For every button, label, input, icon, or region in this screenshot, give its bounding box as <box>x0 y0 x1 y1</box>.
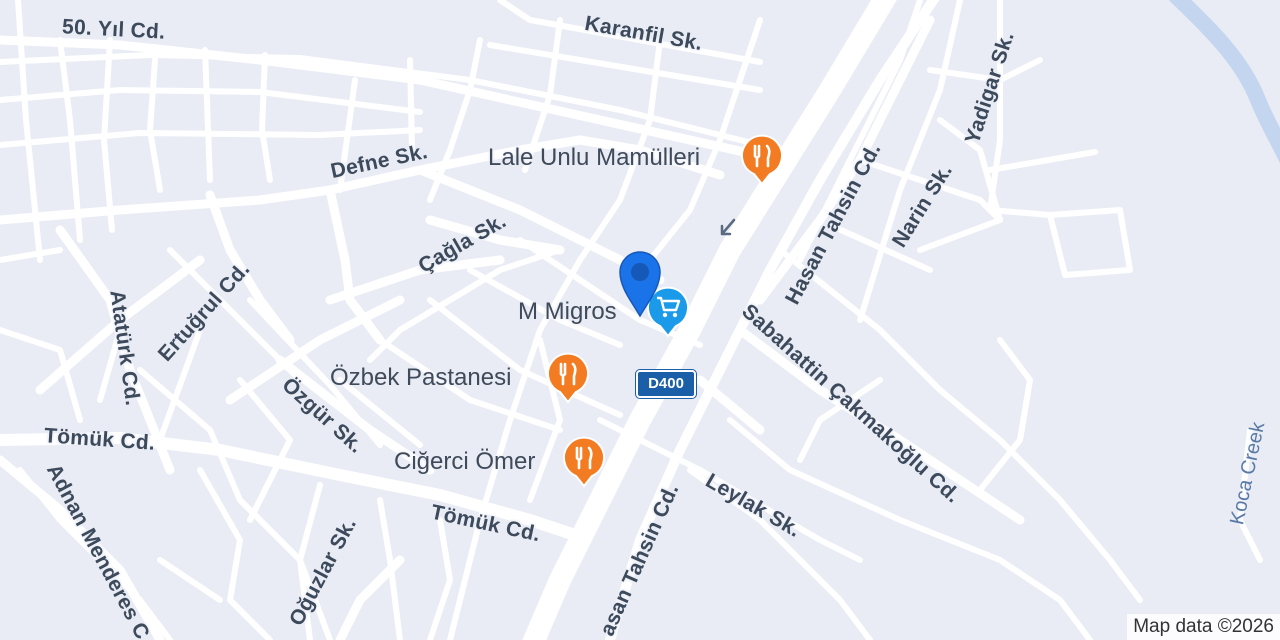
restaurant-icon[interactable] <box>740 134 784 186</box>
restaurant-icon[interactable] <box>562 436 606 488</box>
poi-label-cigerci-omer[interactable]: Ciğerci Ömer <box>394 448 535 476</box>
one-way-arrow-icon <box>720 218 736 236</box>
map-attribution: Map data ©2026 <box>1127 614 1280 640</box>
poi-label-lale-unlu-mamulleri[interactable]: Lale Unlu Mamülleri <box>488 144 700 172</box>
d400-route-shield: D400 <box>636 370 696 398</box>
koca-creek-water <box>1168 0 1280 164</box>
restaurant-icon[interactable] <box>546 352 590 404</box>
location-pin-icon[interactable] <box>612 246 668 318</box>
poi-label-m-migros[interactable]: M Migros <box>518 298 617 326</box>
map-canvas[interactable]: 50. Yıl Cd. Karanfil Sk. Defne Sk. Yadig… <box>0 0 1280 640</box>
poi-label-ozbek-pastanesi[interactable]: Özbek Pastanesi <box>330 364 511 392</box>
